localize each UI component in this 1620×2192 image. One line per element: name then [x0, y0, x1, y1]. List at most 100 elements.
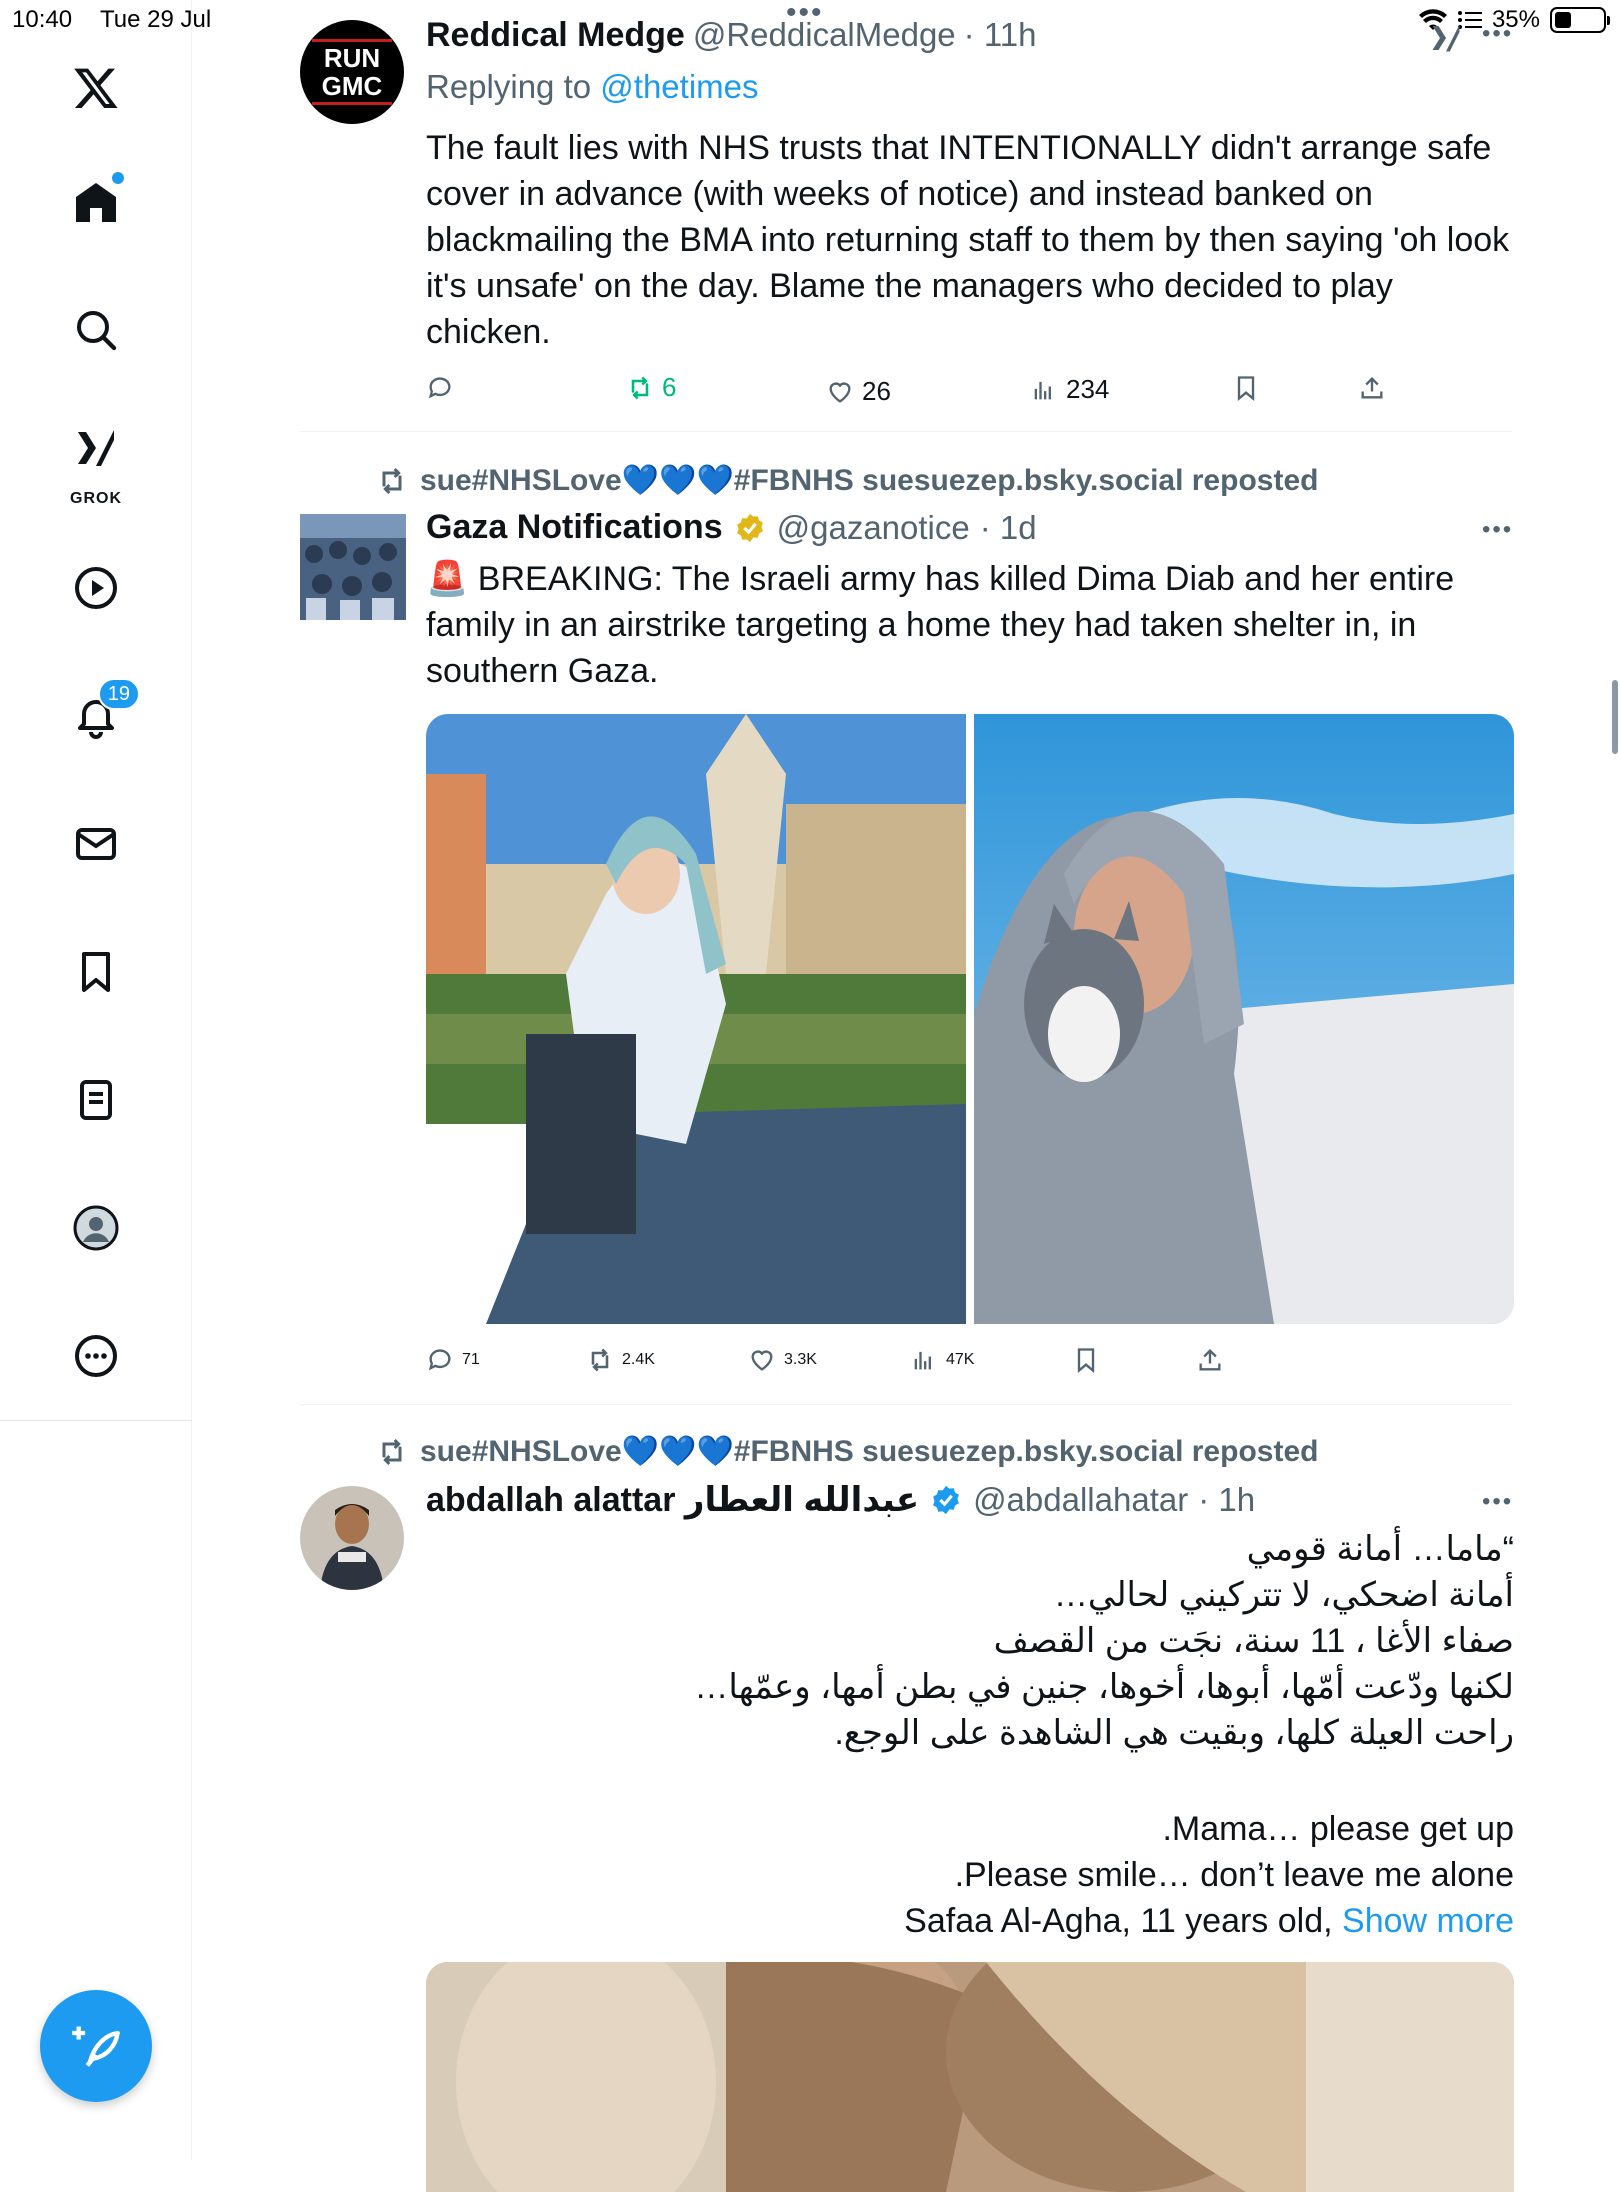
post-3-repost-context[interactable]: sue#NHSLove💙💙💙#FBNHS suesuezep.bsky.soci…	[376, 1434, 1318, 1469]
post-2-avatar[interactable]	[300, 514, 406, 620]
compose-button[interactable]	[40, 1990, 152, 2102]
arabic-line: “ماما… أمانة قومي	[1246, 1530, 1514, 1568]
grok-icon	[78, 430, 114, 466]
more-circle-icon	[75, 1335, 117, 1377]
compose-feather-icon	[72, 2026, 120, 2067]
nav-grok[interactable]: GROK	[56, 410, 136, 507]
nav-videos[interactable]	[56, 548, 136, 628]
post-2-share-button[interactable]	[1196, 1346, 1224, 1374]
post-2-repost-context[interactable]: sue#NHSLove💙💙💙#FBNHS suesuezep.bsky.soci…	[376, 463, 1318, 498]
post-3-arabic-text: “ماما… أمانة قومي أمانة اضحكي، لا تتركين…	[426, 1526, 1514, 1756]
post-2-reply-button[interactable]: 71	[426, 1346, 480, 1374]
post-2-handle[interactable]: @gazanotice	[777, 509, 970, 547]
post-3-avatar[interactable]	[300, 1486, 404, 1590]
replying-to-handle[interactable]: @thetimes	[600, 68, 758, 105]
list-document-icon	[80, 1080, 112, 1120]
post-2-reposted-by: sue#NHSLove💙💙💙#FBNHS suesuezep.bsky.soci…	[420, 464, 1319, 497]
run-gmc-logo: RUN GMC	[312, 39, 392, 105]
post-1-header: Reddical Medge @ReddicalMedge · 11h	[426, 16, 1036, 55]
post-1-more-icon[interactable]: •••	[786, 0, 824, 30]
nav-search[interactable]	[56, 290, 136, 370]
x-logo-icon[interactable]	[56, 48, 136, 128]
play-circle-icon	[75, 567, 117, 609]
post-2-repost-button[interactable]: 2.4K	[586, 1346, 655, 1374]
post-1-handle[interactable]: @ReddicalMedge	[693, 16, 956, 54]
nav-messages[interactable]	[56, 804, 136, 884]
nav-lists[interactable]	[56, 1060, 136, 1140]
post-3-handle[interactable]: @abdallahatar	[973, 1481, 1188, 1519]
views-icon	[914, 1351, 931, 1370]
nav-profile[interactable]	[56, 1188, 136, 1268]
post-1-avatar[interactable]: RUN GMC	[300, 20, 404, 124]
post-1-menu-icon[interactable]: •••	[1482, 20, 1513, 48]
post-2-text: 🚨 BREAKING: The Israeli army has killed …	[426, 560, 1455, 690]
sidebar-divider	[0, 1420, 192, 1421]
post-2-views-button[interactable]: 47K	[910, 1346, 974, 1374]
post-2-photo-left[interactable]	[426, 714, 966, 1324]
post-1-like-count: 26	[862, 376, 891, 406]
replying-to-label: Replying to	[426, 68, 592, 105]
post-1-text: The fault lies with NHS trusts that INTE…	[426, 129, 1510, 351]
grok-corner-icon[interactable]	[1428, 20, 1464, 56]
post-2-media	[426, 714, 1514, 1324]
english-line: Safaa Al-Agha, 11 years old,	[904, 1902, 1333, 1940]
post-divider	[300, 1404, 1512, 1405]
english-line: .Please smile… don’t leave me alone	[954, 1856, 1514, 1894]
nav-notifications[interactable]: 19	[56, 676, 140, 756]
post-1-time[interactable]: · 11h	[964, 16, 1037, 54]
search-icon	[77, 311, 117, 351]
profile-avatar-icon	[73, 1205, 119, 1251]
arabic-line: أمانة اضحكي، لا تتركيني لحالي…	[1053, 1576, 1514, 1614]
battery-icon	[1550, 7, 1610, 33]
arabic-line: راحت العيلة كلها، وبقيت هي الشاهدة على ا…	[834, 1714, 1514, 1752]
post-2-time[interactable]: · 1d	[980, 509, 1037, 547]
post-2-author-name[interactable]: Gaza Notifications	[426, 508, 723, 547]
post-2-view-count: 47K	[946, 1351, 975, 1368]
nav-bookmarks[interactable]	[56, 932, 136, 1012]
post-3-english-text: .Mama… please get up .Please smile… don’…	[426, 1806, 1514, 1944]
post-2-reply-count: 71	[462, 1351, 480, 1368]
bookmark-icon	[1077, 1348, 1095, 1373]
nav-home[interactable]	[56, 162, 136, 242]
post-2-photo-right[interactable]	[974, 714, 1514, 1324]
repost-icon	[382, 1438, 402, 1465]
arabic-line: صفاء الأغا ، 11 سنة، نجَت من القصف	[993, 1622, 1514, 1660]
feed-scrollbar[interactable]	[1612, 680, 1618, 754]
english-line: .Mama… please get up	[1162, 1810, 1514, 1848]
post-2-more-icon[interactable]: •••	[1482, 516, 1513, 544]
repost-icon	[382, 467, 402, 494]
abdallah-avatar	[300, 1486, 404, 1590]
verified-blue-icon	[933, 1485, 959, 1515]
heart-icon	[751, 1350, 773, 1371]
post-3-time[interactable]: · 1h	[1198, 1481, 1255, 1519]
grok-label: GROK	[70, 490, 122, 507]
post-1-author-name[interactable]: Reddical Medge	[426, 16, 685, 55]
post-2-like-button[interactable]: 3.3K	[748, 1346, 817, 1374]
mail-icon	[76, 828, 116, 860]
post-1-like-button[interactable]: 26	[826, 376, 891, 407]
post-3-video-thumbnail	[426, 1962, 1514, 2192]
post-2-repost-count: 2.4K	[622, 1351, 655, 1368]
post-3-more-icon[interactable]: •••	[1482, 1488, 1513, 1516]
bookmark-icon	[82, 952, 110, 992]
post-3-media[interactable]	[426, 1962, 1514, 2192]
home-icon	[76, 183, 116, 222]
post-1-repost-button[interactable]: 6	[626, 372, 676, 403]
post-1-bookmark-button[interactable]	[1232, 374, 1260, 402]
views-icon	[1034, 381, 1051, 399]
bookmark-icon	[1237, 376, 1255, 401]
repost-icon	[591, 1348, 609, 1372]
show-more-link[interactable]: Show more	[1342, 1902, 1514, 1940]
post-2-bookmark-button[interactable]	[1072, 1346, 1100, 1374]
post-1-views-button[interactable]: 234	[1030, 374, 1109, 405]
repost-icon	[631, 376, 649, 399]
notification-count-badge: 19	[97, 678, 140, 710]
post-1-share-button[interactable]	[1358, 374, 1386, 402]
post-2-like-count: 3.3K	[784, 1351, 817, 1368]
post-1-reply-button[interactable]	[426, 374, 462, 402]
post-1-view-count: 234	[1066, 374, 1110, 404]
reply-icon	[428, 377, 451, 399]
nav-more[interactable]	[56, 1316, 136, 1396]
verified-gold-icon	[736, 513, 763, 542]
post-3-author-name[interactable]: abdallah alattar عبدالله العطار	[426, 1480, 919, 1520]
